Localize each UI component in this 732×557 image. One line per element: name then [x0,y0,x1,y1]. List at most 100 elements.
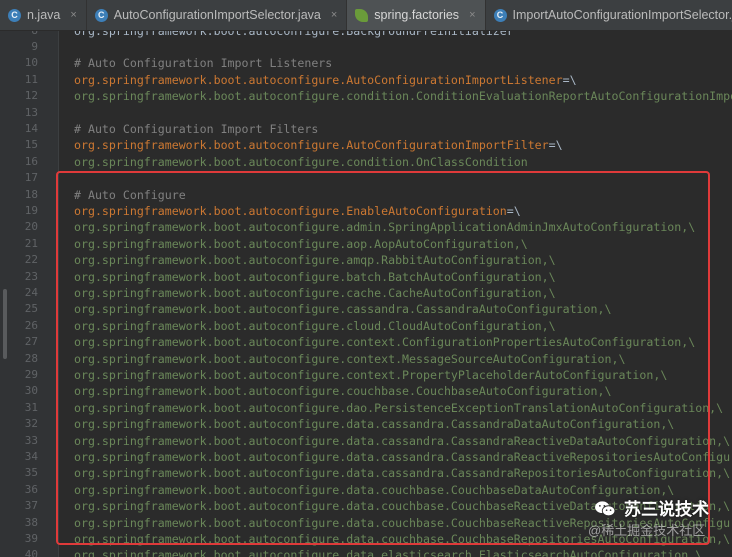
code-text: org.springframework.boot.autoconfigure.d… [74,417,675,432]
key-text: org.springframework.boot.autoconfigure.A… [74,138,549,153]
tab-2[interactable]: spring.factories × [347,0,486,30]
line-number: 36 [24,482,38,496]
code-line: 27 org.springframework.boot.autoconfigure… [0,334,732,350]
code-text: org.springframework.boot.autoconfigure.d… [74,433,731,448]
code-line: 17 [0,170,732,186]
key-text: org.springframework.boot.autoconfigure.A… [74,72,563,87]
code-line: 22 org.springframework.boot.autoconfigure… [0,252,732,268]
code-text: org.springframework.boot.autoconfigure.a… [74,236,528,251]
watermark: 苏三说技术 @稀土掘金技术社区 [584,482,730,546]
code-line: 16 org.springframework.boot.autoconfigure… [0,154,732,170]
code-line: 8 org.springframework.boot.autoconfigure.… [0,31,732,39]
line-number: 14 [24,122,38,135]
line-number: 37 [24,499,38,513]
tab-0[interactable]: Cn.java × [0,0,87,30]
code-line: 21 org.springframework.boot.autoconfigure… [0,236,732,252]
code-line: 11 org.springframework.boot.autoconfigure… [0,72,732,88]
line-number: 34 [24,450,38,463]
code-editor[interactable]: 8 org.springframework.boot.autoconfigure.… [0,31,732,557]
line-number: 8 [0,31,38,39]
code-line: 9 [0,39,732,55]
code-line: 33 org.springframework.boot.autoconfigure… [0,433,732,449]
line-number: 21 [24,236,38,250]
code-line: 19 org.springframework.boot.autoconfigure… [0,203,732,219]
code-text: org.springframework.boot.autoconfigure.c… [74,368,668,382]
code-text: org.springframework.boot.autoconfigure.c… [74,286,556,300]
code-line: 35 org.springframework.boot.autoconfigure… [0,465,732,481]
line-number: 35 [24,466,38,480]
separator: =\ [548,138,563,153]
property-key: org.springframework.boot.autoconfigure.A… [74,72,577,88]
code-text: org.springframework.boot.autoconfigure.b… [74,269,556,284]
separator: =\ [506,204,521,218]
line-number: 30 [24,384,38,398]
close-icon[interactable]: × [469,9,475,21]
tab-3[interactable]: C ImportAutoConfigurationImportSelector.j… [486,0,732,30]
code-text: org.springframework.boot.autoconfigure.c… [74,318,556,333]
code-text: org.springframework.boot.autoconfigure.c… [74,89,732,104]
code-line: 23 org.springframework.boot.autoconfigure… [0,269,732,285]
comment-line: # Auto Configuration Import Filters [74,122,319,136]
code-line: 34 org.springframework.boot.autoconfigure… [0,449,732,465]
java-class-icon: C [94,8,108,22]
line-number: 29 [24,368,38,381]
code-text: org.springframework.boot.autoconfigure.c… [74,351,626,366]
close-icon[interactable]: × [331,9,337,21]
close-icon[interactable]: × [70,9,76,21]
line-number: 20 [24,220,38,234]
code-text: org.springframework.boot.autoconfigure.c… [74,154,528,169]
code-line: 13 [0,105,732,121]
line-number: 17 [24,171,38,185]
java-class-icon: C [493,8,507,22]
line-number: 22 [24,253,38,267]
code-line: 40 org.springframework.boot.autoconfigure… [0,547,732,557]
code-text: org.springframework.boot.autoconfigure.d… [74,450,732,464]
line-number: 12 [24,89,38,103]
line-number: 18 [24,187,38,201]
line-number: 10 [24,56,38,70]
line-number: 27 [24,335,38,349]
code-text: org.springframework.boot.autoconfigure.a… [74,253,556,268]
line-number: 23 [24,269,38,283]
tab-1[interactable]: C AutoConfigurationImportSelector.java × [87,0,348,30]
code-text: org.springframework.boot.autoconfigure.d… [74,548,703,557]
line-number: 19 [24,204,38,217]
code-line: 31 org.springframework.boot.autoconfigure… [0,400,732,416]
line-number: 24 [24,286,38,299]
line-number: 31 [24,400,38,414]
comment-line: # Auto Configuration Import Listeners [74,56,333,71]
code-line: 25 org.springframework.boot.autoconfigure… [0,301,732,317]
code-line: 10 # Auto Configuration Import Listeners [0,55,732,71]
line-number: 26 [24,318,38,332]
line-number: 33 [24,433,38,447]
code-line: 15 org.springframework.boot.autoconfigure… [0,137,732,153]
line-number: 32 [24,417,38,431]
spring-leaf-icon [355,8,369,22]
code-text: org.springframework.boot.autoconfigure.c… [74,302,612,317]
editor-tab-bar: Cn.java × C AutoConfigurationImportSelector… [0,0,732,31]
tab-label: n.java [27,8,61,22]
code-line: 32 org.springframework.boot.autoconfigure… [0,416,732,432]
line-number: 38 [24,515,38,529]
line-number: 25 [24,302,38,316]
line-number: 15 [24,138,38,152]
code-line: 14 # Auto Configuration Import Filters [0,121,732,137]
property-key: org.springframework.boot.autoconfigure.A… [74,137,563,153]
separator: =\ [562,72,577,87]
tab-label: spring.factories [374,8,460,22]
watermark-name: 苏三说技术 [624,500,709,519]
code-line: 18 # Auto Configure [0,187,732,203]
code-text: org.springframework.boot.autoconfigure.c… [74,384,612,399]
code-text: org.springframework.boot.autoconfigure.c… [74,335,696,350]
line-number: 9 [31,40,38,53]
code-line: 20 org.springframework.boot.autoconfigure… [0,219,732,235]
line-number: 11 [24,72,38,86]
code-text: org.springframework.boot.autoconfigure.d… [74,466,731,481]
line-number: 13 [24,105,38,119]
code-text: org.springframework.boot.autoconfigure.B… [74,31,514,39]
comment-line: # Auto Configure [74,187,186,202]
key-text: org.springframework.boot.autoconfigure.E… [74,204,507,218]
line-number: 40 [24,548,38,557]
line-number: 39 [24,532,38,545]
watermark-subtitle: @稀土掘金技术社区 [588,523,706,538]
